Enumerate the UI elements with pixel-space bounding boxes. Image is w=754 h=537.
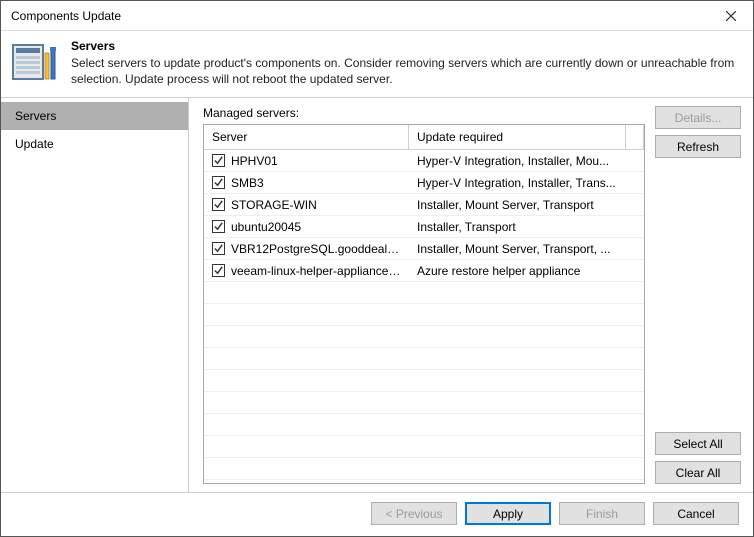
wizard-icon bbox=[11, 39, 59, 87]
details-button[interactable]: Details... bbox=[655, 106, 741, 129]
table-row[interactable]: VBR12PostgreSQL.gooddealmar... Installer,… bbox=[204, 238, 644, 260]
header-text: Servers Select servers to update product… bbox=[71, 39, 743, 87]
close-button[interactable] bbox=[708, 1, 753, 31]
checkbox[interactable] bbox=[212, 242, 225, 255]
update-required: Azure restore helper appliance bbox=[409, 264, 644, 278]
grid-body: HPHV01 Hyper-V Integration, Installer, Mo… bbox=[204, 150, 644, 484]
header: Servers Select servers to update product… bbox=[1, 31, 753, 98]
column-server[interactable]: Server bbox=[204, 125, 409, 149]
cancel-button[interactable]: Cancel bbox=[653, 502, 739, 525]
table-row bbox=[204, 326, 644, 348]
side-buttons: Details... Refresh Select All Clear All bbox=[655, 106, 741, 484]
servers-grid: Server Update required HPHV01 Hyper-V Int… bbox=[203, 124, 645, 484]
update-required: Hyper-V Integration, Installer, Trans... bbox=[409, 176, 644, 190]
checkbox[interactable] bbox=[212, 198, 225, 211]
sidebar: Servers Update bbox=[1, 98, 189, 492]
table-row bbox=[204, 304, 644, 326]
table-row bbox=[204, 480, 644, 484]
update-required: Installer, Transport bbox=[409, 220, 644, 234]
grid-header: Server Update required bbox=[204, 125, 644, 150]
server-name: SMB3 bbox=[231, 176, 264, 190]
titlebar: Components Update bbox=[1, 1, 753, 31]
checkbox[interactable] bbox=[212, 176, 225, 189]
sidebar-item-label: Update bbox=[15, 137, 54, 151]
main-left: Managed servers: Server Update required … bbox=[203, 106, 645, 484]
server-name: ubuntu20045 bbox=[231, 220, 301, 234]
clear-all-button[interactable]: Clear All bbox=[655, 461, 741, 484]
window-title: Components Update bbox=[11, 9, 121, 23]
sidebar-item-label: Servers bbox=[15, 109, 56, 123]
table-row bbox=[204, 370, 644, 392]
managed-servers-label: Managed servers: bbox=[203, 106, 645, 120]
select-all-button[interactable]: Select All bbox=[655, 432, 741, 455]
table-row bbox=[204, 414, 644, 436]
table-row bbox=[204, 436, 644, 458]
header-description: Select servers to update product's compo… bbox=[71, 55, 743, 87]
table-row[interactable]: HPHV01 Hyper-V Integration, Installer, Mo… bbox=[204, 150, 644, 172]
table-row[interactable]: SMB3 Hyper-V Integration, Installer, Tran… bbox=[204, 172, 644, 194]
checkbox[interactable] bbox=[212, 154, 225, 167]
table-row bbox=[204, 458, 644, 480]
close-icon bbox=[726, 11, 736, 21]
server-name: VBR12PostgreSQL.gooddealmar... bbox=[231, 242, 401, 256]
update-required: Installer, Mount Server, Transport bbox=[409, 198, 644, 212]
table-row bbox=[204, 392, 644, 414]
table-row bbox=[204, 348, 644, 370]
footer: < Previous Apply Finish Cancel bbox=[1, 492, 753, 534]
server-name: veeam-linux-helper-appliance-c... bbox=[231, 264, 401, 278]
body: Servers Update Managed servers: Server U… bbox=[1, 98, 753, 492]
refresh-button[interactable]: Refresh bbox=[655, 135, 741, 158]
main: Managed servers: Server Update required … bbox=[189, 98, 753, 492]
spacer bbox=[655, 164, 741, 426]
update-required: Hyper-V Integration, Installer, Mou... bbox=[409, 154, 644, 168]
column-update[interactable]: Update required bbox=[409, 125, 626, 149]
table-row[interactable]: veeam-linux-helper-appliance-c... Azure r… bbox=[204, 260, 644, 282]
apply-button[interactable]: Apply bbox=[465, 502, 551, 525]
previous-button[interactable]: < Previous bbox=[371, 502, 457, 525]
header-title: Servers bbox=[71, 39, 743, 53]
update-required: Installer, Mount Server, Transport, ... bbox=[409, 242, 644, 256]
column-spacer bbox=[626, 125, 644, 149]
server-name: STORAGE-WIN bbox=[231, 198, 317, 212]
table-row[interactable]: ubuntu20045 Installer, Transport bbox=[204, 216, 644, 238]
sidebar-item-servers[interactable]: Servers bbox=[1, 102, 188, 130]
table-row[interactable]: STORAGE-WIN Installer, Mount Server, Tran… bbox=[204, 194, 644, 216]
finish-button[interactable]: Finish bbox=[559, 502, 645, 525]
checkbox[interactable] bbox=[212, 264, 225, 277]
sidebar-item-update[interactable]: Update bbox=[1, 130, 188, 158]
checkbox[interactable] bbox=[212, 220, 225, 233]
server-name: HPHV01 bbox=[231, 154, 278, 168]
table-row bbox=[204, 282, 644, 304]
